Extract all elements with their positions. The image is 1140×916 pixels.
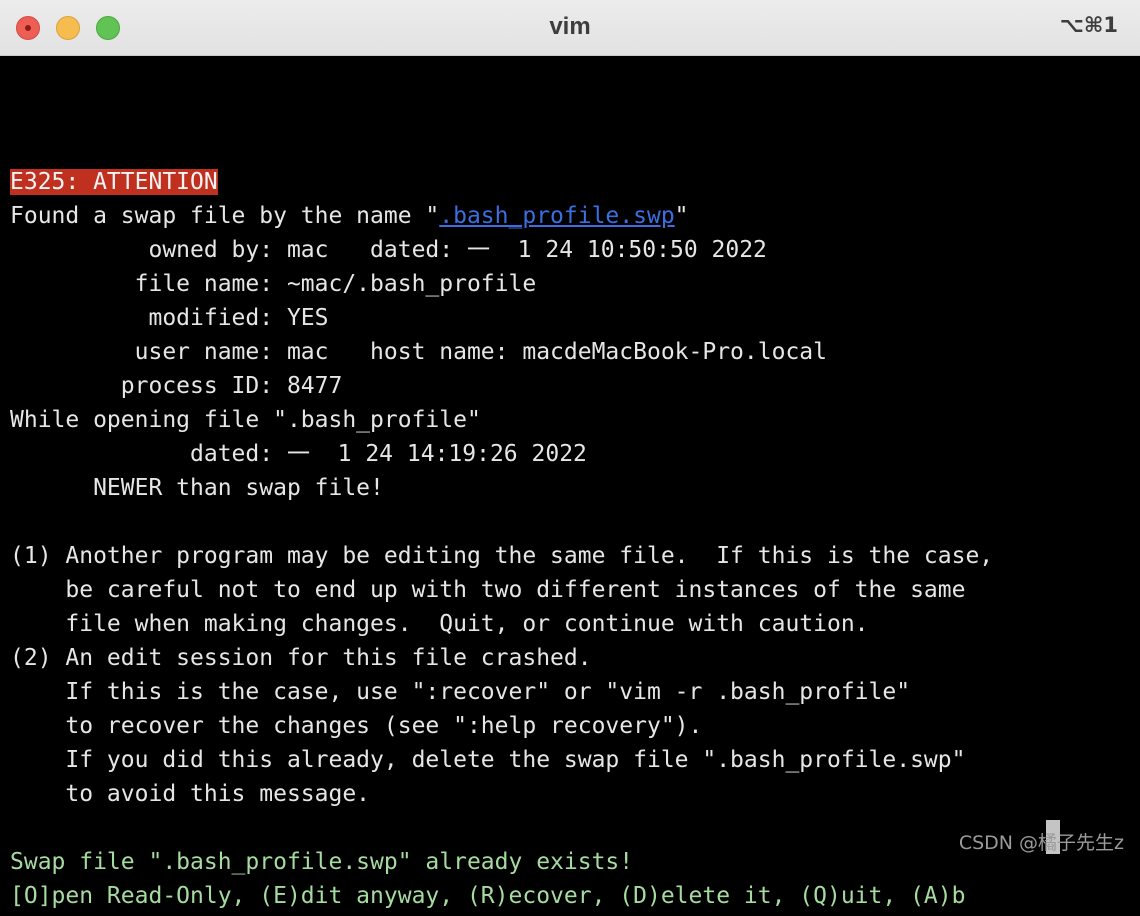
option-1-line-3: file when making changes. Quit, or conti… [10, 611, 869, 637]
option-2-line-1: (2) An edit session for this file crashe… [10, 645, 592, 671]
window-title: vim [549, 13, 591, 40]
terminal-window: vim ⌥⌘1 E325: ATTENTION Found a swap fil… [0, 0, 1140, 916]
while-opening-line: While opening file ".bash_profile" [10, 407, 481, 433]
file-name-line: file name: ~mac/.bash_profile [10, 271, 537, 297]
found-swap-line: Found a swap file by the name ".bash_pro… [10, 199, 689, 233]
attention-line: E325: ATTENTION [10, 165, 218, 199]
option-1-line-1: (1) Another program may be editing the s… [10, 543, 994, 569]
window-shortcut: ⌥⌘1 [1059, 13, 1118, 37]
found-prefix: Found a swap file by the name " [10, 203, 440, 229]
watermark: CSDN @橘子先生z [958, 832, 1124, 854]
title-bar[interactable]: vim ⌥⌘1 [0, 0, 1140, 56]
newer-line: NEWER than swap file! [10, 475, 384, 501]
user-name-line: user name: mac host name: macdeMacBook-P… [10, 339, 827, 365]
attention-badge: E325: ATTENTION [10, 169, 218, 195]
found-suffix: " [674, 203, 689, 229]
owned-by-line: owned by: mac dated: 一 1 24 10:50:50 202… [10, 237, 767, 263]
modified-line: modified: YES [10, 305, 329, 331]
option-2-line-5: to avoid this message. [10, 781, 371, 807]
option-1-line-2: be careful not to end up with two differ… [10, 577, 966, 603]
option-2-line-2: If this is the case, use ":recover" or "… [10, 679, 911, 705]
terminal-content[interactable]: E325: ATTENTION Found a swap file by the… [0, 57, 1140, 916]
option-2-line-3: to recover the changes (see ":help recov… [10, 713, 703, 739]
swap-file-link[interactable]: .bash_profile.swp [439, 203, 674, 229]
action-prompt[interactable]: [O]pen Read-Only, (E)dit anyway, (R)ecov… [10, 879, 965, 913]
swap-exists-line: Swap file ".bash_profile.swp" already ex… [10, 849, 634, 875]
dated-line: dated: 一 1 24 14:19:26 2022 [10, 441, 587, 467]
process-id-line: process ID: 8477 [10, 373, 343, 399]
option-2-line-4: If you did this already, delete the swap… [10, 747, 966, 773]
